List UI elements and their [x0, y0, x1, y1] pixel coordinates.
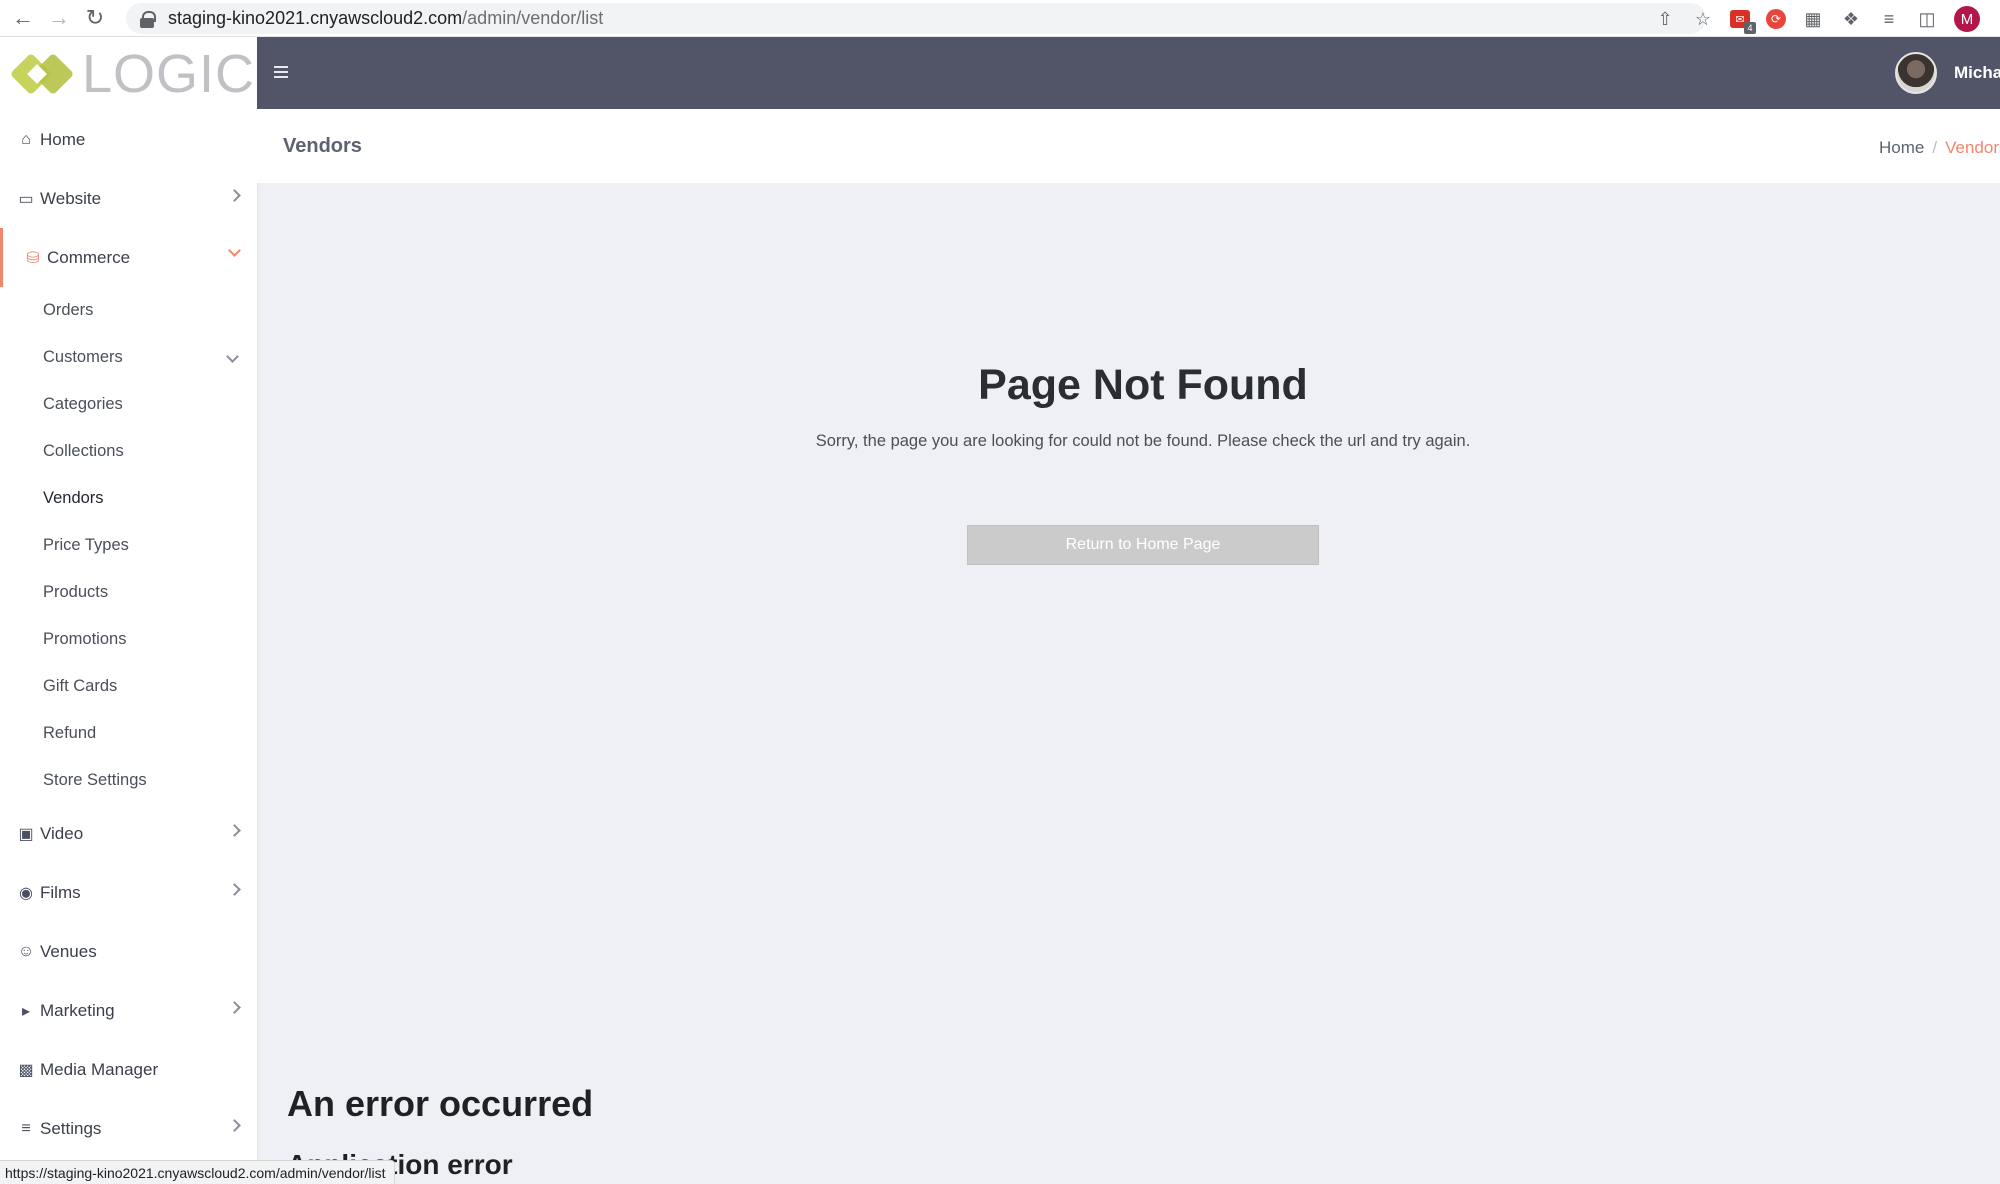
- submenu-item-products[interactable]: Products: [0, 569, 257, 616]
- extension-book-icon[interactable]: ▦: [1802, 8, 1824, 30]
- back-arrow-icon[interactable]: ←: [10, 5, 36, 31]
- lock-icon: [140, 10, 156, 28]
- user-avatar[interactable]: [1895, 52, 1937, 94]
- reload-icon[interactable]: ↻: [82, 5, 108, 31]
- submenu-item-gift-cards[interactable]: Gift Cards: [0, 663, 257, 710]
- folder-plus-icon: ▩: [18, 1061, 34, 1079]
- submenu-item-price-types[interactable]: Price Types: [0, 522, 257, 569]
- sidebar-item-home[interactable]: ⌂ Home: [0, 110, 257, 169]
- sidebar-item-website[interactable]: ▭ Website: [0, 169, 257, 228]
- submenu-item-promotions[interactable]: Promotions: [0, 616, 257, 663]
- chevron-right-icon: [228, 1001, 241, 1014]
- submenu-item-categories[interactable]: Categories: [0, 381, 257, 428]
- page-header: Vendors Home / Vendors: [257, 109, 2000, 183]
- submenu-item-collections[interactable]: Collections: [0, 428, 257, 475]
- top-header: Micha: [257, 37, 2000, 109]
- sidebar-item-label: Video: [40, 823, 84, 843]
- sidebar-item-venues[interactable]: ☺ Venues: [0, 922, 257, 981]
- side-panel-icon[interactable]: ◫: [1916, 8, 1938, 30]
- address-bar[interactable]: staging-kino2021.cnyawscloud2.com/admin/…: [126, 3, 1706, 34]
- forward-arrow-icon[interactable]: →: [46, 5, 72, 31]
- logo-mark-icon: [9, 49, 75, 99]
- return-home-button[interactable]: Return to Home Page: [967, 525, 1319, 565]
- url-path: /admin/vendor/list: [462, 8, 604, 28]
- not-found-title: Page Not Found: [978, 361, 1308, 409]
- sidebar-item-media-manager[interactable]: ▩ Media Manager: [0, 1040, 257, 1099]
- camera-icon: ◉: [19, 884, 33, 902]
- sidebar-item-label: Marketing: [40, 1000, 115, 1020]
- breadcrumb-current: Vendors: [1945, 138, 2000, 157]
- megaphone-icon: ▸: [21, 1002, 31, 1020]
- user-name[interactable]: Micha: [1954, 63, 2000, 83]
- link-status-bar: https://staging-kino2021.cnyawscloud2.co…: [0, 1160, 395, 1184]
- reading-list-icon[interactable]: ≡: [1878, 8, 1900, 30]
- submenu-item-store-settings[interactable]: Store Settings: [0, 757, 257, 804]
- masks-icon: ☺: [17, 942, 35, 960]
- extension-mail-icon[interactable]: ✉ 4: [1730, 10, 1756, 34]
- logo-text: LOGIC: [82, 43, 256, 104]
- sidebar-item-marketing[interactable]: ▸ Marketing: [0, 981, 257, 1040]
- sidebar-item-label: Films: [40, 882, 81, 902]
- sidebar-item-commerce[interactable]: ⛁ Commerce: [0, 228, 257, 287]
- sidebar-item-label: Home: [40, 129, 86, 149]
- extension-red-circle-icon[interactable]: ⟳: [1766, 9, 1786, 29]
- chevron-right-icon: [228, 189, 241, 202]
- film-icon: ▣: [18, 825, 34, 843]
- sidebar-item-label: Commerce: [47, 247, 131, 267]
- sliders-icon: ≡: [21, 1119, 31, 1137]
- breadcrumb: Home / Vendors: [1879, 138, 2000, 158]
- submenu-item-customers[interactable]: Customers: [0, 334, 257, 381]
- sidebar-item-label: Website: [40, 188, 102, 208]
- sidebar-item-label: Settings: [40, 1118, 102, 1138]
- sidebar: LOGIC ⌂ Home ▭ Website ⛁ Commerce Orders…: [0, 37, 257, 1184]
- share-icon[interactable]: ⇧: [1654, 8, 1676, 30]
- extensions-puzzle-icon[interactable]: ❖: [1840, 8, 1862, 30]
- chevron-right-icon: [228, 824, 241, 837]
- basket-icon: ⛁: [26, 249, 40, 267]
- sidebar-item-label: Media Manager: [40, 1059, 159, 1079]
- extension-badge: 4: [1744, 22, 1756, 34]
- home-icon: ⌂: [21, 130, 31, 148]
- chevron-right-icon: [228, 883, 241, 896]
- logo[interactable]: LOGIC: [0, 37, 257, 110]
- browser-toolbar: ← → ↻ staging-kino2021.cnyawscloud2.com /…: [0, 0, 2000, 37]
- submenu-item-refund[interactable]: Refund: [0, 710, 257, 757]
- chevron-down-icon: [228, 244, 241, 257]
- chevron-right-icon: [228, 1119, 241, 1132]
- bookmark-star-icon[interactable]: ☆: [1692, 8, 1714, 30]
- hamburger-menu-icon[interactable]: [274, 66, 288, 78]
- not-found-message: Sorry, the page you are looking for coul…: [815, 432, 1471, 450]
- sidebar-item-settings[interactable]: ≡ Settings: [0, 1099, 257, 1158]
- page-title: Vendors: [283, 135, 362, 157]
- main-content: Page Not Found Sorry, the page you are l…: [257, 183, 2000, 1184]
- breadcrumb-separator: /: [1932, 138, 1938, 157]
- url-host: staging-kino2021.cnyawscloud2.com: [168, 8, 463, 28]
- error-title: An error occurred: [287, 1083, 594, 1124]
- submenu-item-vendors[interactable]: Vendors: [0, 475, 257, 522]
- commerce-submenu: Orders Customers Categories Collections …: [0, 287, 257, 804]
- submenu-item-label: Customers: [43, 348, 123, 366]
- sidebar-item-label: Venues: [40, 941, 97, 961]
- sidebar-item-video[interactable]: ▣ Video: [0, 804, 257, 863]
- chevron-down-icon: [226, 350, 239, 363]
- desktop-icon: ▭: [18, 190, 34, 208]
- sidebar-menu: ⌂ Home ▭ Website ⛁ Commerce Orders Custo…: [0, 110, 257, 1158]
- profile-avatar[interactable]: M: [1954, 6, 1980, 32]
- sidebar-item-films[interactable]: ◉ Films: [0, 863, 257, 922]
- breadcrumb-home[interactable]: Home: [1879, 138, 1924, 157]
- submenu-item-orders[interactable]: Orders: [0, 287, 257, 334]
